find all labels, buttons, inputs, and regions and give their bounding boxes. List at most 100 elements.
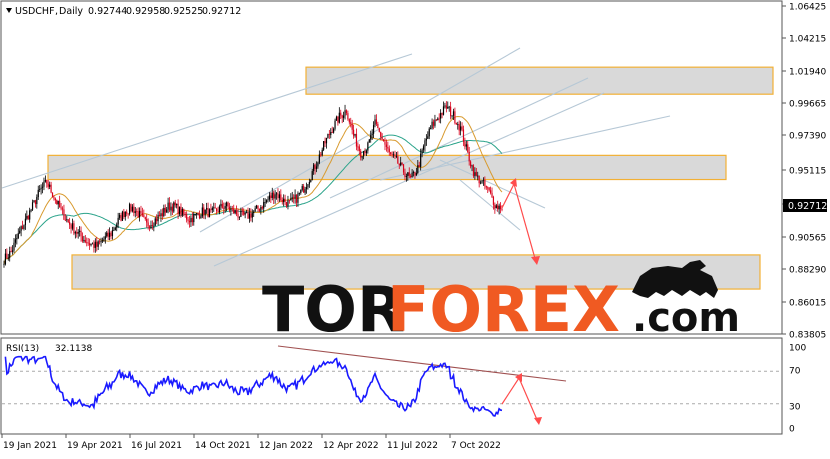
candle-body [485,185,487,188]
candle-body [385,144,388,148]
candle-body [295,194,298,203]
candle-body [148,226,151,229]
candle-body [258,209,261,211]
watermark-domain: .com [632,295,740,341]
candle-body [151,224,154,226]
candle-body [247,212,249,219]
rsi-tick-label: 70 [789,367,801,377]
candle-body [397,156,399,164]
candle-body [193,214,195,223]
candle-body [30,209,32,211]
candle-body [328,134,330,136]
candle-body [321,149,323,156]
candle-body [107,232,109,237]
candle-body [198,214,201,219]
candle-body [382,139,385,142]
candle-body [274,194,276,199]
candle-body [432,121,435,126]
candle-body [124,211,126,218]
candle-body [345,110,348,114]
candle-body [428,128,430,137]
candle-body [231,208,233,210]
candle-body [173,202,175,212]
candle-body [430,128,432,130]
candle-body [398,163,400,166]
candle-body [114,227,116,230]
candle-body [97,241,99,247]
candle-body [190,217,192,223]
price-tick-label: 0.83805 [789,331,826,341]
candle-body [91,243,94,245]
candle-body [451,115,453,117]
candle-body [19,230,21,234]
candle-body [3,264,5,265]
candle-body [488,187,490,191]
candle-body [479,182,482,184]
candle-body [368,139,370,143]
time-tick-label: 12 Jan 2022 [259,441,313,451]
candle-body [482,179,485,181]
candle-body [294,194,296,199]
candle-body [168,202,171,211]
candle-body [360,150,362,158]
candle-body [11,250,14,252]
candle-body [417,165,419,174]
candle-body [224,206,226,209]
candle-body [358,146,360,151]
candle-body [362,151,365,157]
candle-body [106,232,108,237]
candle-body [60,207,62,209]
candle-body [448,106,450,108]
candle-body [94,241,96,248]
candle-body [89,243,91,246]
candle-body [64,219,66,221]
candle-body [310,180,312,182]
candle-body [61,208,64,210]
price-tick-label: 0.86015 [789,299,826,309]
candle-body [338,112,340,123]
last-price-tag: 0.92712 [783,199,827,212]
candle-body [265,200,268,203]
candle-body [467,144,469,152]
candle-body [422,146,425,150]
candle-body [134,211,136,213]
candle-body [355,133,358,147]
candle-body [66,219,68,221]
candle-body [245,212,248,214]
time-tick-label: 11 Jul 2022 [387,441,438,451]
rsi-tick-label: 0 [789,425,795,435]
candle-body [216,208,218,212]
candle-body [412,172,415,173]
candle-body [491,192,493,198]
candle-body [164,207,166,213]
rsi-indicator-label: RSI(13) [6,344,39,354]
chart-header: USDCHF , Daily 0.92744 0.92958 0.92525 0… [6,6,241,17]
candle-body [133,206,135,213]
candle-body [337,116,339,123]
candle-body [197,212,199,215]
candle-body [201,207,203,217]
candle-body [447,106,449,109]
candle-body [51,192,54,198]
candle-body [204,209,206,215]
candle-body [333,128,335,133]
candle-body [40,187,42,190]
candle-body [117,217,119,225]
candle-body [325,137,328,144]
candle-body [254,208,256,212]
candle-body [200,216,202,219]
candle-body [37,189,39,198]
candle-body [118,215,121,218]
candle-body [304,189,306,193]
candle-body [240,210,242,217]
candle-body [281,200,283,203]
candle-body [381,136,383,140]
watermark-forex: FOREX [387,273,620,346]
candle-body [297,193,299,203]
chart-window: USDCHF , Daily 0.92744 0.92958 0.92525 0… [0,0,830,455]
candle-body [323,141,325,150]
candle-body [86,242,88,244]
candle-body [196,212,198,214]
candle-body [477,175,479,177]
candle-body [464,141,466,147]
